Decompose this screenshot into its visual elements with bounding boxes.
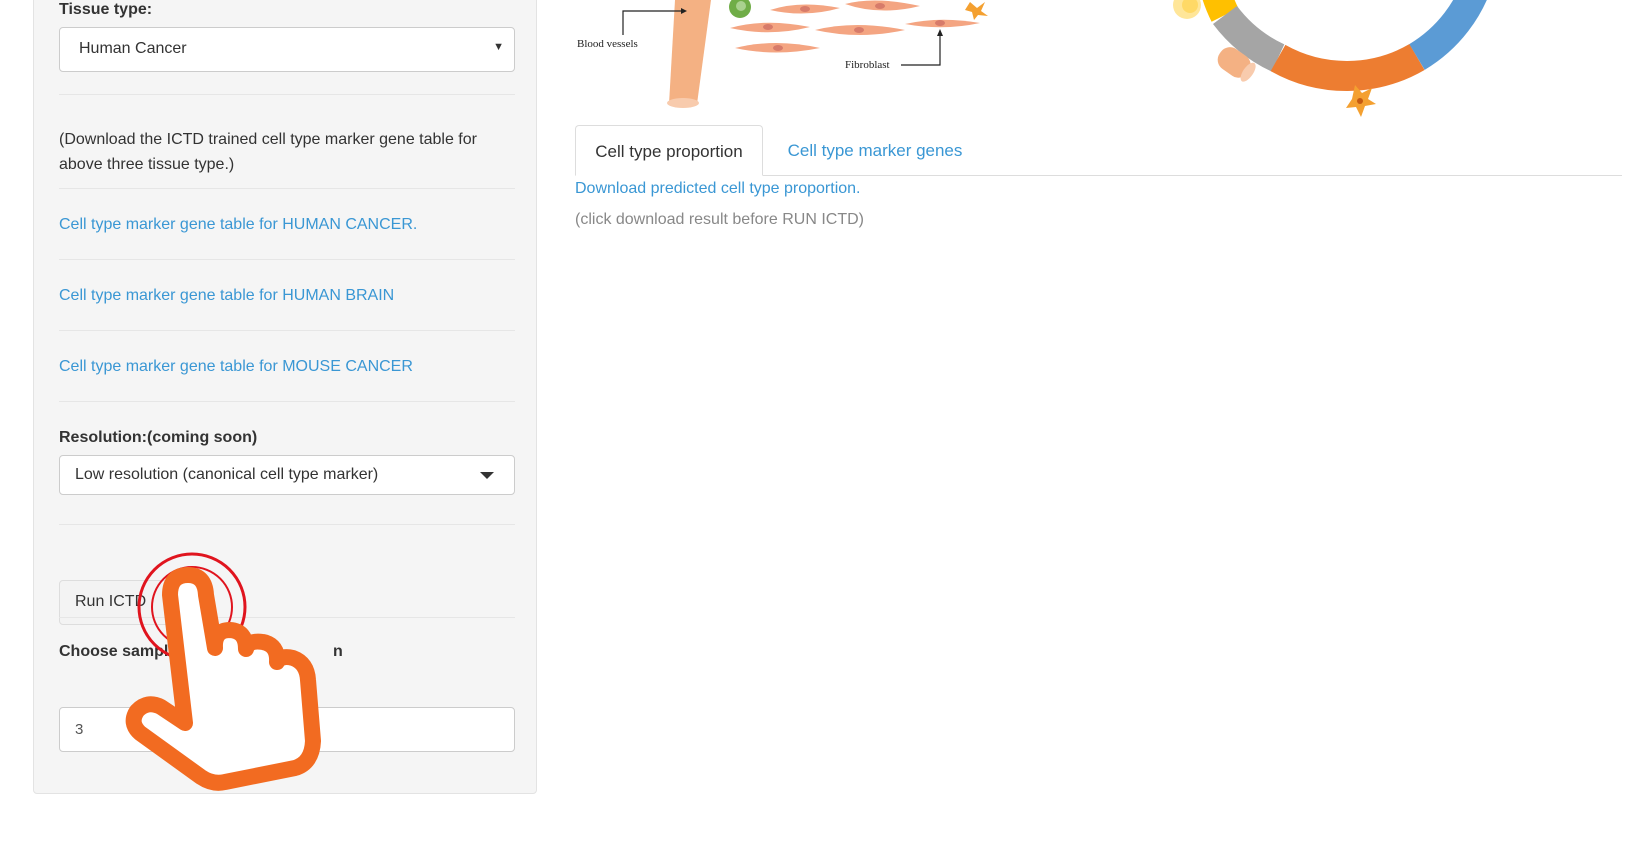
divider xyxy=(59,401,515,402)
click-indicator-overlay xyxy=(125,552,321,791)
donut-segment-yellow xyxy=(1202,0,1239,22)
divider xyxy=(59,188,515,189)
link-marker-table-human-brain[interactable]: Cell type marker gene table for HUMAN BR… xyxy=(59,287,394,305)
hand-pointer-icon xyxy=(125,567,321,791)
donut-segment-blue xyxy=(1408,0,1487,70)
tumor-microenvironment-illustration: Blood vessels Fibroblast xyxy=(577,0,988,108)
donut-segment-orange xyxy=(1270,43,1425,91)
link-marker-table-human-cancer[interactable]: Cell type marker gene table for HUMAN CA… xyxy=(59,216,417,234)
dropdown-caret-icon xyxy=(480,472,494,479)
link-marker-table-mouse-cancer[interactable]: Cell type marker gene table for MOUSE CA… xyxy=(59,358,413,376)
blood-vessel-shape xyxy=(669,0,711,107)
divider xyxy=(59,259,515,260)
tab-cell-type-marker-genes[interactable]: Cell type marker genes xyxy=(785,125,965,176)
divider xyxy=(59,330,515,331)
blood-vessel-end xyxy=(667,98,699,108)
tissue-type-label: Tissue type: xyxy=(59,1,153,18)
orange-cell xyxy=(965,2,988,20)
tissue-type-select[interactable]: Human Cancer ▼ xyxy=(59,27,515,72)
label-fibroblast: Fibroblast xyxy=(845,59,890,71)
divider xyxy=(59,94,515,95)
resolution-value: Low resolution (canonical cell type mark… xyxy=(75,466,379,483)
download-hint-text: (click download result before RUN ICTD) xyxy=(575,211,864,228)
divider xyxy=(59,524,515,525)
resolution-label: Resolution:(coming soon) xyxy=(59,429,258,446)
sample-number-value: 3 xyxy=(75,721,84,738)
dropdown-caret-icon: ▼ xyxy=(493,41,504,53)
tab-cell-type-proportion[interactable]: Cell type proportion xyxy=(575,125,763,176)
tissue-type-value: Human Cancer xyxy=(79,40,187,57)
download-note-text: (Download the ICTD trained cell type mar… xyxy=(59,131,477,173)
resolution-select[interactable]: Low resolution (canonical cell type mark… xyxy=(59,455,515,495)
label-blood-vessels: Blood vessels xyxy=(577,38,638,50)
cell-proportion-donut-illustration xyxy=(1173,0,1487,117)
download-proportion-link[interactable]: Download predicted cell type proportion. xyxy=(575,180,861,198)
